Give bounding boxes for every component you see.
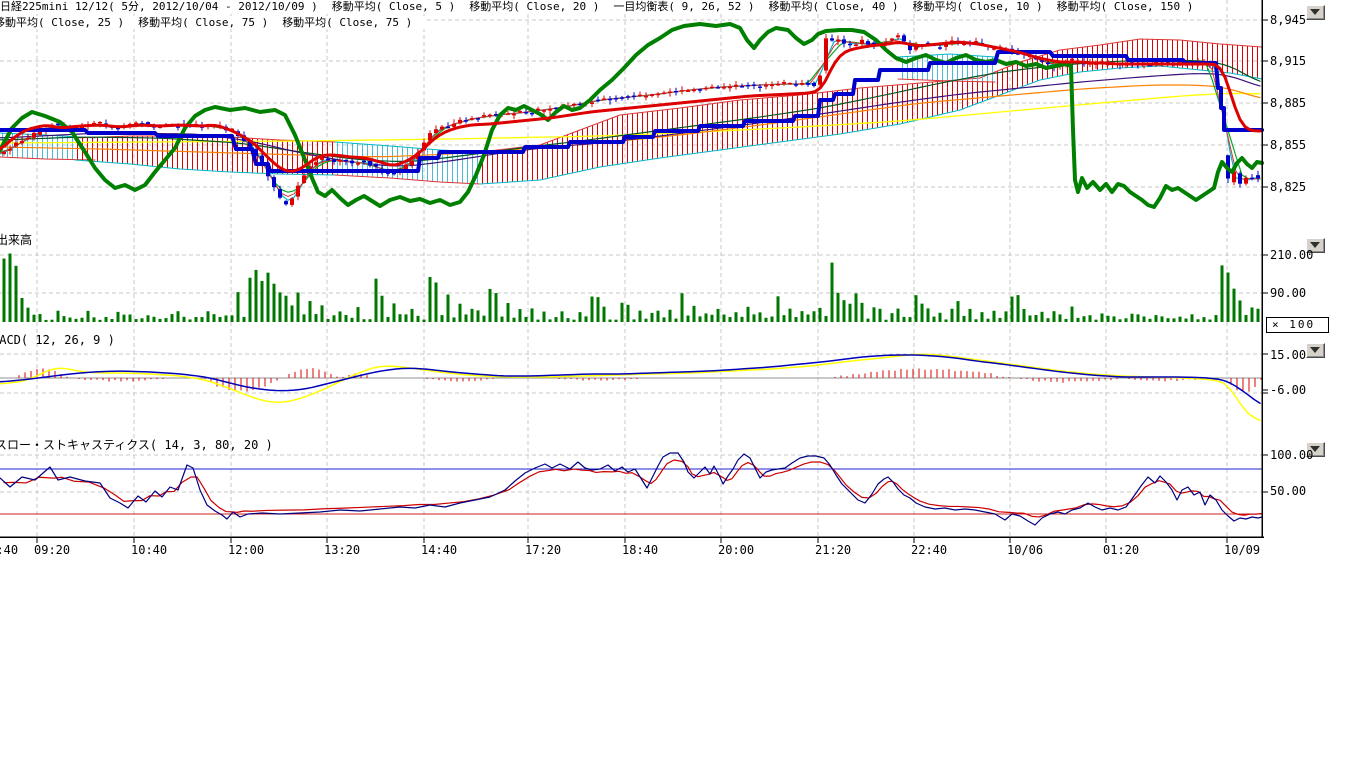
stoch-axis-label: 50.00 bbox=[1270, 484, 1306, 498]
indicator-label: 移動平均( Close, 75 ) bbox=[138, 16, 268, 29]
price-axis-label: 8,825 bbox=[1270, 180, 1306, 194]
volume-axis-label: 90.00 bbox=[1270, 286, 1306, 300]
volume-layer bbox=[3, 254, 1260, 322]
main-pane-scroll-button[interactable] bbox=[1306, 5, 1325, 20]
stochastics-layer bbox=[0, 453, 1262, 525]
arrow-down-icon bbox=[1310, 347, 1320, 353]
price-axis-label: 8,855 bbox=[1270, 138, 1306, 152]
time-axis-label: 20:00 bbox=[718, 543, 754, 557]
time-axis-label: 10/06 bbox=[1007, 543, 1043, 557]
price-axis-label: 8,915 bbox=[1270, 54, 1306, 68]
indicator-label: 一目均衡表( 9, 26, 52 ) bbox=[613, 0, 754, 13]
time-axis-label: 21:20 bbox=[815, 543, 851, 557]
indicator-label: 移動平均( Close, 150 ) bbox=[1057, 0, 1194, 13]
macd-axis-label: -6.00 bbox=[1270, 383, 1306, 397]
time-axis-label: 22:40 bbox=[911, 543, 947, 557]
stoch-axis-label: 100.00 bbox=[1270, 448, 1313, 462]
time-axis-label: 10:40 bbox=[131, 543, 167, 557]
volume-multiplier-badge: × 100 bbox=[1266, 317, 1329, 333]
chart-title: 日経225mini 12/12( 5分, 2012/10/04 - 2012/1… bbox=[0, 0, 318, 13]
time-axis-label: 17:20 bbox=[525, 543, 561, 557]
time-axis-label: 13:20 bbox=[324, 543, 360, 557]
time-axis-label: 18:40 bbox=[622, 543, 658, 557]
indicator-label: 移動平均( Close, 5 ) bbox=[332, 0, 455, 13]
header-line-1: 日経225mini 12/12( 5分, 2012/10/04 - 2012/1… bbox=[0, 0, 1207, 13]
time-axis-label: 08:40 bbox=[0, 543, 18, 557]
time-axis-label: 12:00 bbox=[228, 543, 264, 557]
indicator-label: 移動平均( Close, 20 ) bbox=[469, 0, 599, 13]
indicator-label: 移動平均( Close, 25 ) bbox=[0, 16, 124, 29]
time-axis-label: 14:40 bbox=[421, 543, 457, 557]
volume-axis-label: 210.00 bbox=[1270, 248, 1313, 262]
header-line-2: 移動平均( Close, 25 ) 移動平均( Close, 75 ) 移動平均( … bbox=[0, 16, 426, 29]
chart-canvas[interactable] bbox=[0, 0, 1366, 768]
macd-pane-scroll-button[interactable] bbox=[1306, 343, 1325, 358]
macd-pane-label: MACD( 12, 26, 9 ) bbox=[0, 333, 115, 347]
indicator-label: 移動平均( Close, 75 ) bbox=[282, 16, 412, 29]
macd-layer bbox=[0, 354, 1262, 420]
time-axis-label: 10/09 bbox=[1224, 543, 1260, 557]
macd-axis-label: 15.00 bbox=[1270, 348, 1306, 362]
price-axis-label: 8,945 bbox=[1270, 13, 1306, 27]
indicator-label: 移動平均( Close, 10 ) bbox=[913, 0, 1043, 13]
stoch-pane-label: スロー・ストキャスティクス( 14, 3, 80, 20 ) bbox=[0, 436, 273, 453]
chart-application-window: 日経225mini 12/12( 5分, 2012/10/04 - 2012/1… bbox=[0, 0, 1366, 768]
arrow-down-icon bbox=[1310, 9, 1320, 15]
axis-layer bbox=[0, 0, 1268, 543]
volume-pane-label: 出来高 bbox=[0, 231, 32, 248]
price-axis-label: 8,885 bbox=[1270, 96, 1306, 110]
time-axis-label: 09:20 bbox=[34, 543, 70, 557]
time-axis-label: 01:20 bbox=[1103, 543, 1139, 557]
indicator-label: 移動平均( Close, 40 ) bbox=[768, 0, 898, 13]
